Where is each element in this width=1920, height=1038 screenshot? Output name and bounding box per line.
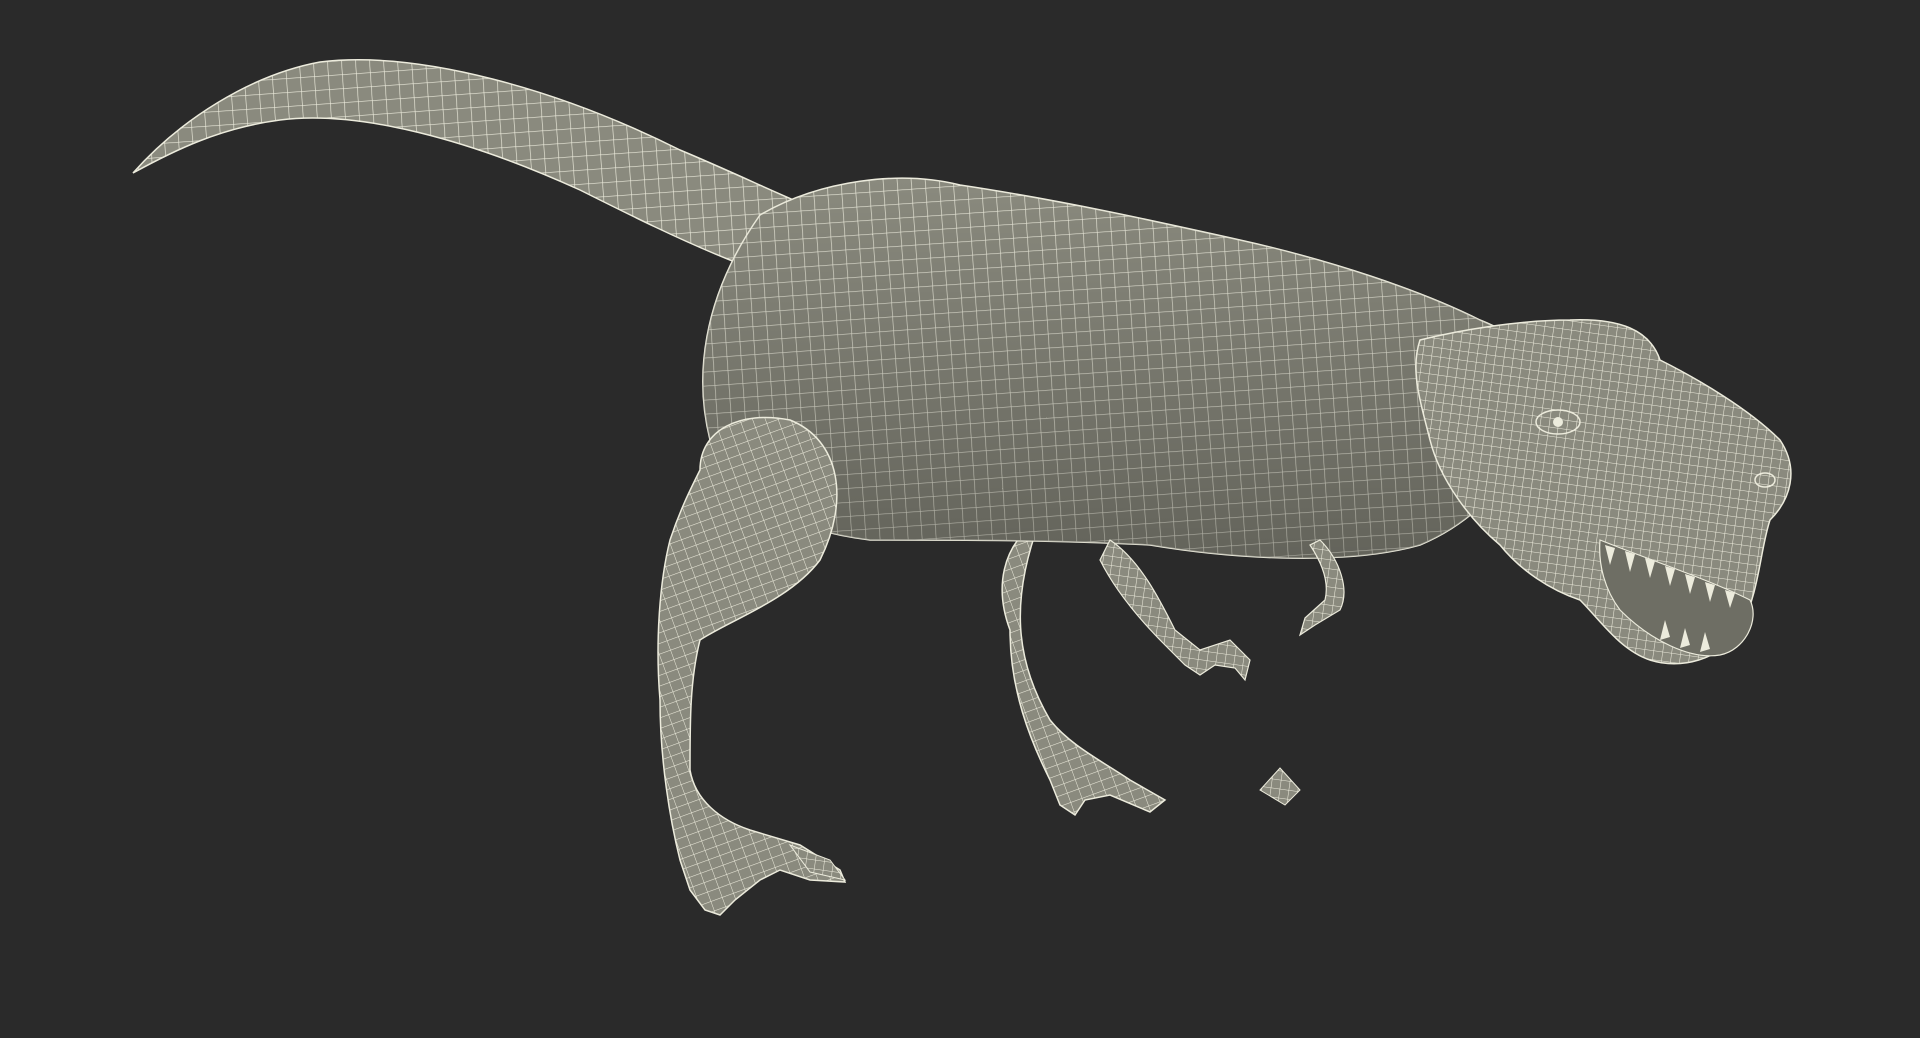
head	[1415, 319, 1792, 665]
render-viewport	[0, 0, 1920, 1038]
far-hind-leg	[1001, 518, 1301, 817]
near-arm	[1099, 539, 1251, 682]
near-hind-leg	[657, 416, 847, 916]
t-rex-wireframe-icon	[132, 59, 1792, 916]
